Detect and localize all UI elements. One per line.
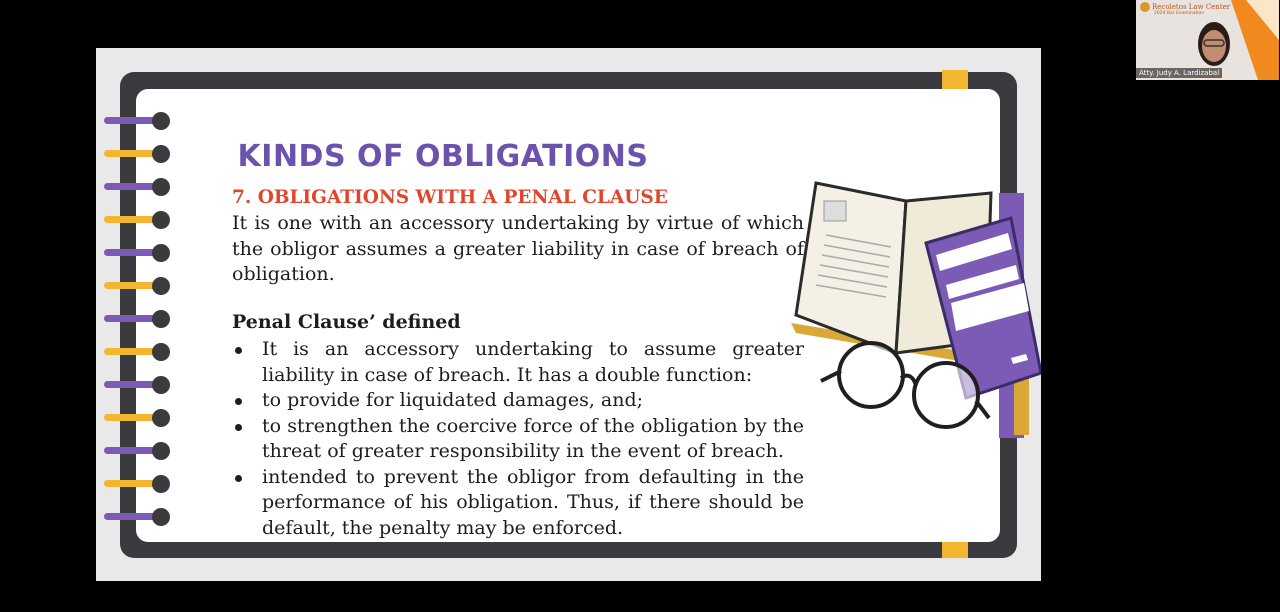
bullet-item: intended to prevent the obligor from def…: [232, 465, 804, 542]
intro-paragraph: It is one with an accessory undertaking …: [232, 212, 804, 285]
webcam-tile[interactable]: Recoletos Law Center 2024 Bar Examinatio…: [1136, 0, 1279, 80]
organization-subtext: 2024 Bar Examination: [1154, 11, 1205, 16]
spiral-ring: [104, 112, 174, 130]
notebook-tab-bottom: [942, 540, 968, 558]
spiral-ring: [104, 277, 174, 295]
books-and-glasses-illustration: [791, 181, 1041, 438]
spiral-ring: [104, 244, 174, 262]
shared-slide: KINDS OF OBLIGATIONS 7. OBLIGATIONS WITH…: [96, 48, 1041, 581]
slide-subtitle: 7. OBLIGATIONS WITH A PENAL CLAUSE: [232, 187, 668, 208]
spiral-ring: [104, 508, 174, 526]
bullet-item: to provide for liquidated damages, and;: [232, 388, 804, 414]
notebook-tab-top: [942, 70, 968, 90]
bullet-item: to strengthen the coercive force of the …: [232, 414, 804, 465]
spiral-ring: [104, 211, 174, 229]
spiral-ring: [104, 178, 174, 196]
spiral-binding: [104, 112, 174, 526]
spiral-ring: [104, 343, 174, 361]
slide-title: KINDS OF OBLIGATIONS: [237, 139, 649, 174]
spiral-ring: [104, 310, 174, 328]
definition-heading: Penal Clause’ defined: [232, 311, 461, 333]
spiral-ring: [104, 409, 174, 427]
spiral-ring: [104, 442, 174, 460]
spiral-ring: [104, 376, 174, 394]
definition-bullets: It is an accessory undertaking to assume…: [232, 337, 804, 541]
bullet-item: It is an accessory undertaking to assume…: [232, 337, 804, 388]
participant-name: Atty. Judy A. Lardizabal: [1136, 68, 1223, 78]
spiral-ring: [104, 145, 174, 163]
spiral-ring: [104, 475, 174, 493]
